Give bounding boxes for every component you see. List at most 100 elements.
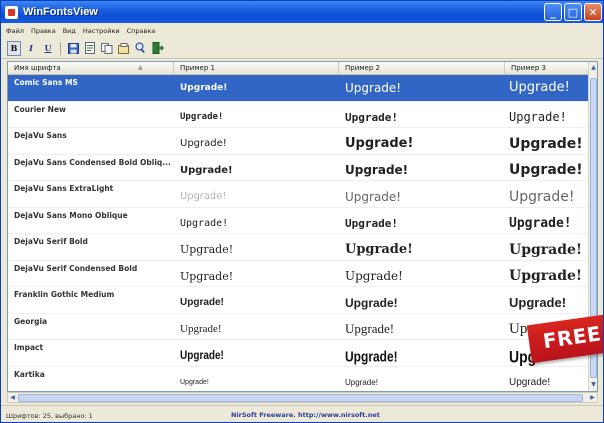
sample-1: Upgrade! [180, 297, 224, 309]
free-badge-text: FREE [541, 321, 603, 354]
toolbar-separator [60, 41, 61, 55]
exit-icon[interactable] [151, 41, 165, 56]
sample-1: Upgrade! [180, 217, 229, 229]
scroll-right-icon[interactable]: ▶ [588, 393, 597, 402]
sample-2: Upgrade! [345, 136, 414, 152]
table-row[interactable]: Georgia Upgrade! Upgrade! Up [8, 314, 590, 340]
sample-3: Upgrade! [509, 268, 583, 285]
sample-3: Upgrade! [509, 80, 570, 96]
table-row[interactable]: Kartika Upgrade! Upgrade! Upgrade! [8, 367, 590, 392]
toolbar: B I U [1, 38, 603, 59]
sample-1: Upgrade! [180, 191, 227, 203]
font-name: Comic Sans MS [14, 78, 78, 87]
menu-bar: Файл Правка Вид Настройки Справка [1, 23, 603, 38]
sample-1: Upgrade! [180, 378, 209, 386]
font-name: Kartika [14, 369, 45, 379]
font-name: Courier New [14, 104, 66, 114]
scroll-down-icon[interactable]: ▼ [589, 379, 597, 391]
font-name: DejaVu Sans [14, 131, 67, 140]
table-row[interactable]: Franklin Gothic Medium Upgrade! Upgrade!… [8, 287, 590, 314]
sample-3: Upgrade! [509, 162, 583, 179]
sample-1: Upgrade! [180, 243, 234, 257]
sample-2: Upgrade! [345, 269, 403, 284]
sample-3: Upgrade! [509, 135, 583, 152]
font-name: Impact [14, 343, 44, 352]
table-row[interactable]: Courier New Upgrade! Upgrade! Upgrade! [8, 102, 590, 128]
table-row[interactable]: DejaVu Sans Mono Oblique Upgrade! Upgrad… [8, 208, 590, 234]
font-list[interactable]: Имя шрифта ▲ Пример 1 Пример 2 Пример 3 … [7, 61, 598, 392]
properties-icon[interactable] [117, 41, 131, 56]
table-row[interactable]: DejaVu Sans ExtraLight Upgrade! Upgrade!… [8, 181, 590, 208]
horizontal-scroll-thumb[interactable] [18, 394, 583, 402]
underline-button[interactable]: U [41, 41, 55, 56]
column-sample-2[interactable]: Пример 2 [339, 62, 505, 75]
sample-1: Upgrade! [180, 269, 234, 283]
column-sample-1[interactable]: Пример 1 [174, 62, 339, 75]
window-controls: _ □ ✕ [544, 3, 602, 21]
table-row[interactable]: DejaVu Serif Bold Upgrade! Upgrade! Upgr… [8, 234, 590, 261]
font-name: DejaVu Sans Condensed Bold Obliq... [14, 157, 171, 167]
sample-1: Upgrade! [180, 164, 233, 176]
sample-2: Upgrade! [345, 110, 398, 124]
italic-button[interactable]: I [24, 41, 38, 56]
font-name: Georgia [14, 316, 48, 326]
sample-2: Upgrade! [345, 80, 402, 95]
bold-button[interactable]: B [7, 40, 21, 56]
sample-2: Upgrade! [345, 189, 402, 204]
sample-3: Upgrade! [509, 295, 567, 311]
table-row[interactable]: Comic Sans MS Upgrade! Upgrade! Upgrade! [8, 75, 590, 102]
title-bar[interactable]: WinFontsView _ □ ✕ [1, 1, 603, 23]
app-icon [5, 5, 18, 19]
list-header: Имя шрифта ▲ Пример 1 Пример 2 Пример 3 [8, 62, 597, 75]
close-button[interactable]: ✕ [584, 3, 602, 21]
sample-3: Upgrade! [509, 241, 583, 258]
font-rows: Comic Sans MS Upgrade! Upgrade! Upgrade!… [8, 75, 590, 392]
copy-icon[interactable] [100, 41, 114, 56]
sample-2: Upgrade! [345, 321, 395, 337]
font-name: DejaVu Serif Bold [14, 237, 88, 246]
font-name: Franklin Gothic Medium [14, 290, 115, 299]
column-font-name[interactable]: Имя шрифта [8, 62, 174, 75]
menu-edit[interactable]: Правка [31, 27, 56, 35]
app-window: WinFontsView _ □ ✕ Файл Правка Вид Настр… [0, 0, 604, 423]
sample-3: Upgrade! [509, 215, 572, 231]
column-sample-3[interactable]: Пример 3 [505, 62, 590, 75]
save-icon[interactable] [66, 41, 80, 56]
horizontal-scrollbar[interactable]: ◀ ▶ [7, 392, 598, 403]
sample-3: Upgrade! [509, 376, 551, 388]
menu-options[interactable]: Настройки [83, 27, 120, 35]
status-count: Шрифтов: 25, выбрано: 1 [6, 412, 93, 420]
sample-2: Upgrade! [345, 347, 398, 365]
table-row[interactable]: DejaVu Serif Condensed Bold Upgrade! Upg… [8, 261, 590, 287]
sample-1: Upgrade! [180, 82, 228, 93]
status-bar: Шрифтов: 25, выбрано: 1 NirSoft Freeware… [1, 405, 603, 422]
sample-2: Upgrade! [345, 377, 378, 387]
sample-1: Upgrade! [180, 323, 222, 336]
sample-2: Upgrade! [345, 295, 398, 310]
table-row[interactable]: DejaVu Sans Condensed Bold Obliq... Upgr… [8, 155, 590, 181]
scroll-up-icon[interactable]: ▲ [589, 62, 597, 74]
status-link[interactable]: NirSoft Freeware. http://www.nirsoft.net [231, 411, 380, 419]
table-row[interactable]: DejaVu Sans Upgrade! Upgrade! Upgrade! [8, 128, 590, 155]
window-title: WinFontsView [23, 6, 98, 18]
sample-3: Upgrade! [509, 188, 575, 205]
menu-view[interactable]: Вид [63, 27, 76, 35]
sample-1: Upgrade! [180, 349, 224, 363]
sample-1: Upgrade! [180, 138, 227, 150]
menu-file[interactable]: Файл [6, 27, 24, 35]
sample-2: Upgrade! [345, 216, 398, 230]
sample-1: Upgrade! [180, 112, 224, 123]
font-name: DejaVu Sans ExtraLight [14, 184, 114, 193]
font-name: DejaVu Sans Mono Oblique [14, 210, 128, 220]
font-name: DejaVu Serif Condensed Bold [14, 263, 138, 273]
table-row[interactable]: Impact Upgrade! Upgrade! Upgi [8, 340, 590, 367]
scroll-left-icon[interactable]: ◀ [8, 393, 17, 402]
sample-2: Upgrade! [345, 163, 409, 178]
minimize-button[interactable]: _ [544, 3, 562, 21]
find-icon[interactable] [134, 41, 148, 56]
menu-help[interactable]: Справка [127, 27, 156, 35]
maximize-button[interactable]: □ [564, 3, 582, 21]
html-report-icon[interactable] [83, 41, 97, 56]
sort-arrow-icon: ▲ [138, 64, 143, 71]
sample-3: Upgrade! [509, 110, 567, 125]
